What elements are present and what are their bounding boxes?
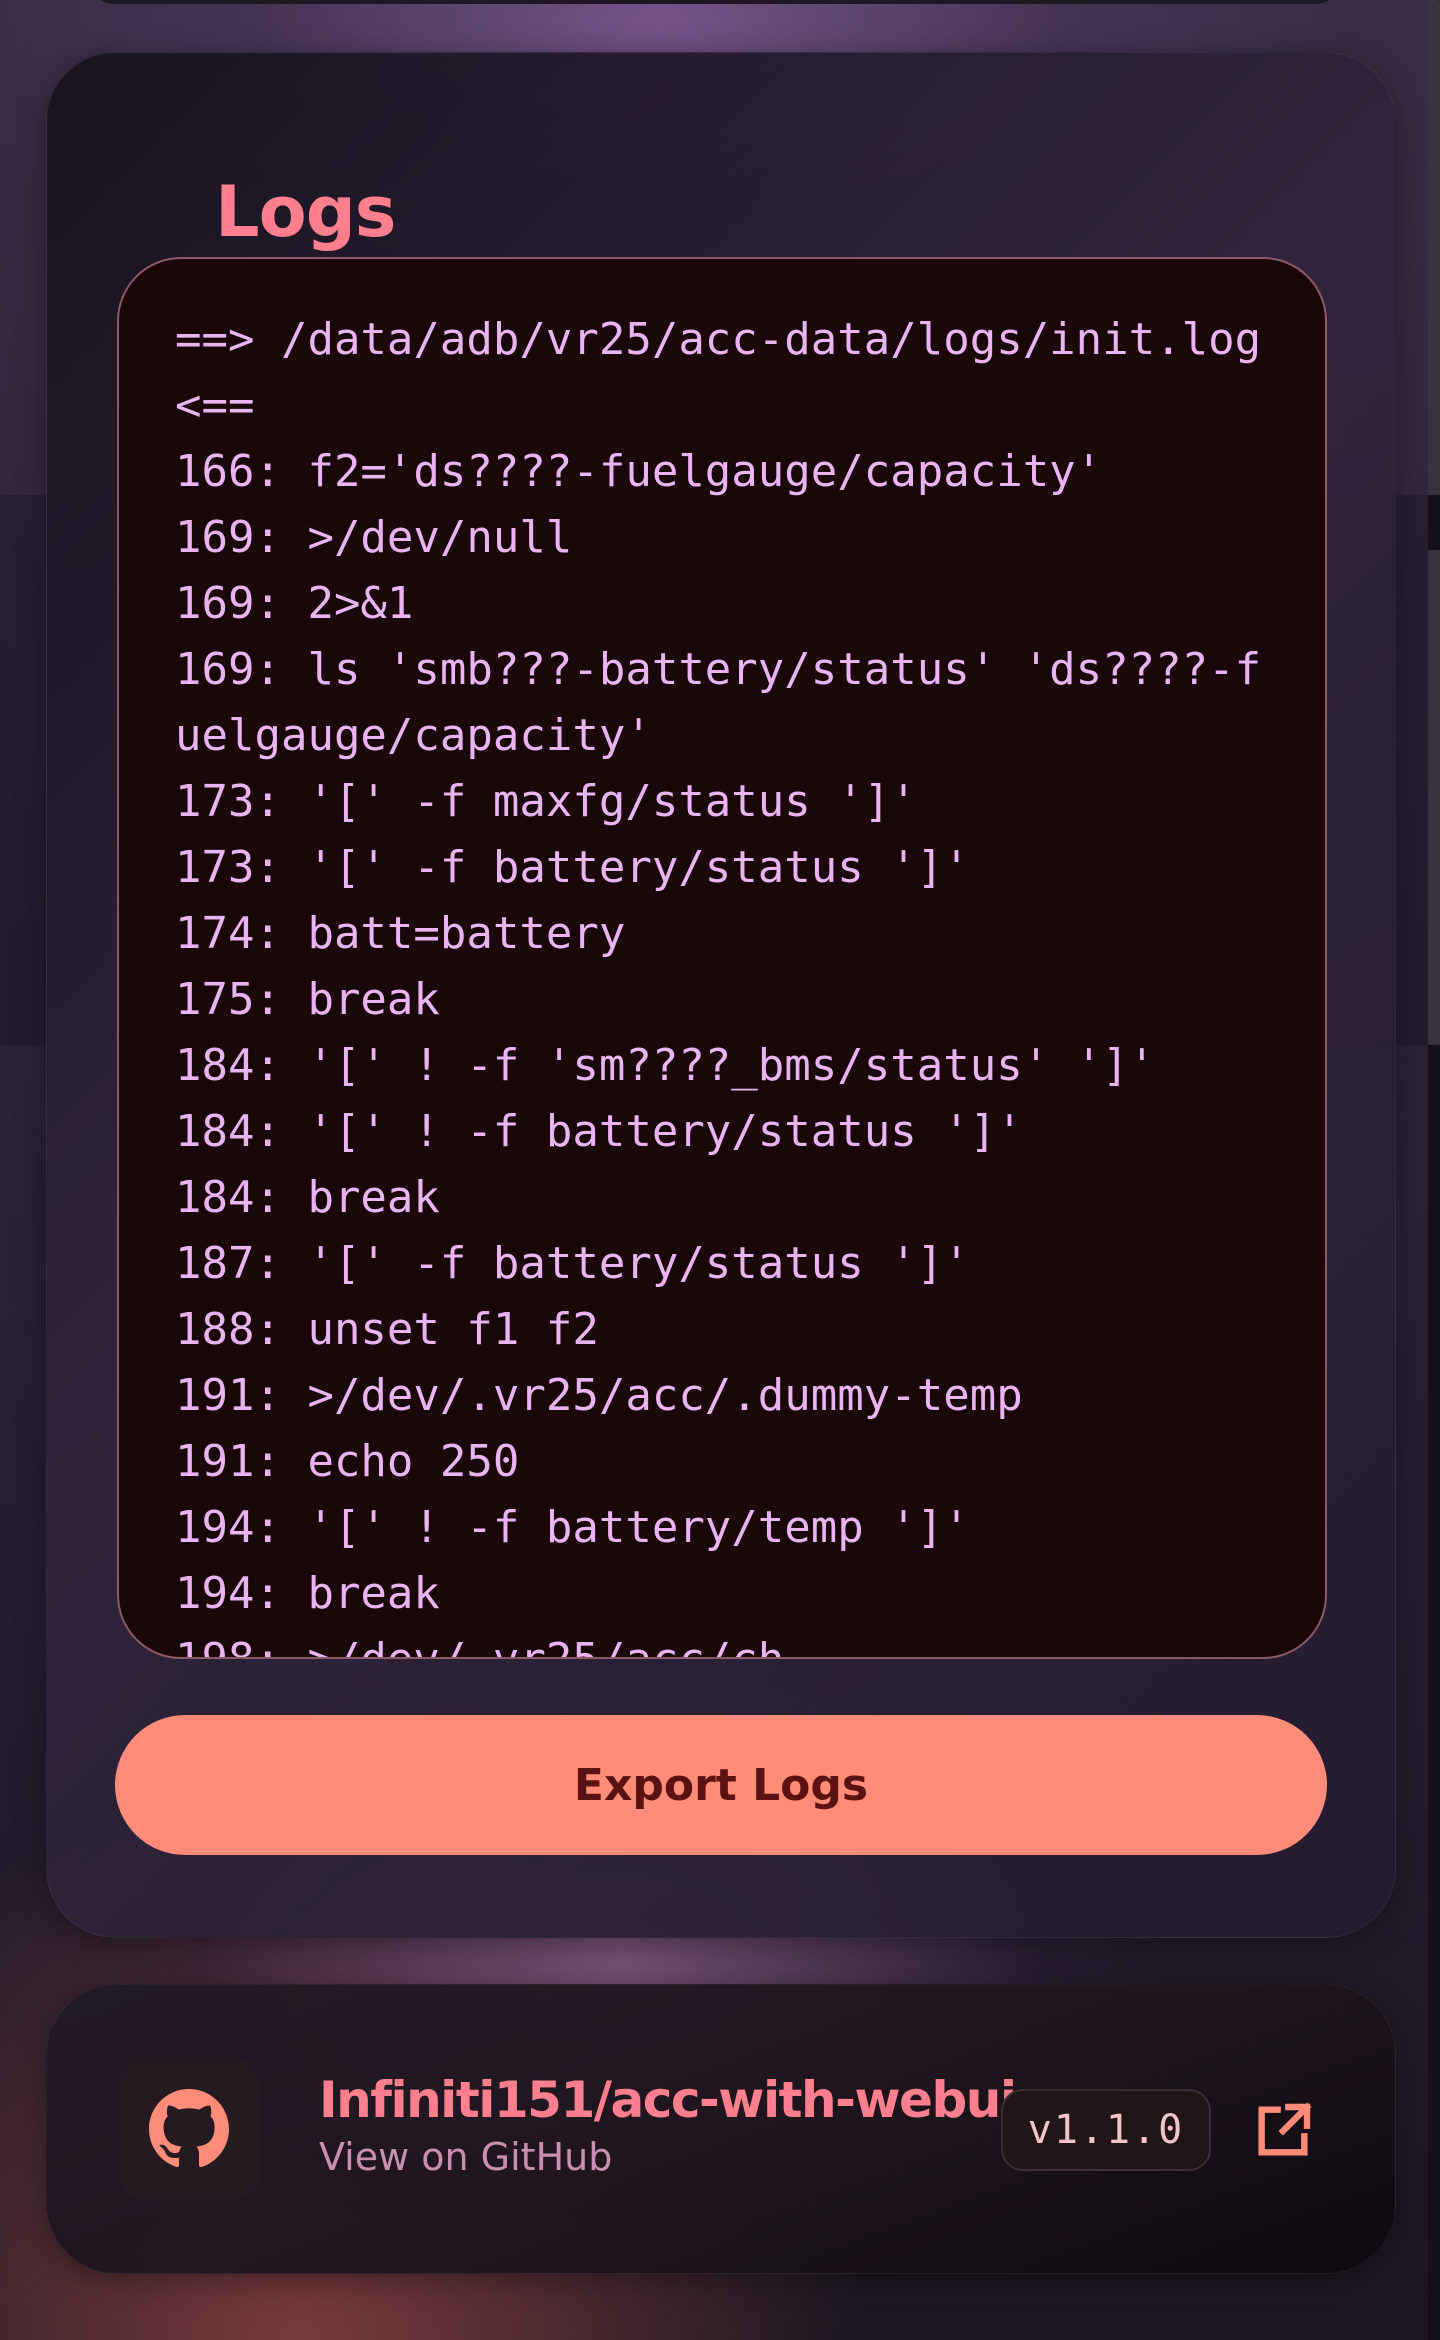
- log-line: 166: f2='ds????-fuelgauge/capacity': [175, 446, 1103, 497]
- repo-subtitle: View on GitHub: [319, 2135, 613, 2179]
- log-line: 184: '[' ! -f 'sm????_bms/status' ']': [175, 1040, 1156, 1091]
- log-text: ==> /data/adb/vr25/acc-data/logs/init.lo…: [175, 307, 1288, 1657]
- scrollbar-thumb-secondary[interactable]: [1428, 550, 1440, 1045]
- log-line: ==> /data/adb/vr25/acc-data/logs/init.lo…: [175, 314, 1288, 431]
- log-line: 173: '[' -f maxfg/status ']': [175, 776, 917, 827]
- log-line: 175: break: [175, 974, 440, 1025]
- log-line: 191: >/dev/.vr25/acc/.dummy-temp: [175, 1370, 1023, 1421]
- github-icon-tile: [119, 2059, 259, 2199]
- log-line: 169: 2>&1: [175, 578, 414, 629]
- log-line: 184: '[' ! -f battery/status ']': [175, 1106, 1023, 1157]
- log-viewer[interactable]: ==> /data/adb/vr25/acc-data/logs/init.lo…: [117, 257, 1327, 1659]
- log-line: 169: ls 'smb???-battery/status' 'ds????-…: [175, 644, 1262, 761]
- scrollbar-thumb[interactable]: [1428, 0, 1440, 495]
- log-line: 169: >/dev/null: [175, 512, 573, 563]
- log-line: 188: unset f1 f2: [175, 1304, 599, 1355]
- open-in-new-icon-glyph: [1258, 2102, 1312, 2156]
- github-icon: [149, 2089, 229, 2168]
- version-badge: v1.1.0: [1001, 2089, 1211, 2171]
- log-line: 194: break: [175, 1568, 440, 1619]
- log-line: 191: echo 250: [175, 1436, 520, 1487]
- log-line: 184: break: [175, 1172, 440, 1223]
- log-line: 173: '[' -f battery/status ']': [175, 842, 970, 893]
- log-line: 187: '[' -f battery/status ']': [175, 1238, 970, 1289]
- repo-name-link[interactable]: Infiniti151/acc-with-webui: [319, 2071, 1017, 2129]
- logs-card: Logs ==> /data/adb/vr25/acc-data/logs/in…: [46, 52, 1396, 1938]
- log-line: 194: '[' ! -f battery/temp ']': [175, 1502, 970, 1553]
- repo-card[interactable]: Infiniti151/acc-with-webui View on GitHu…: [46, 1984, 1396, 2274]
- export-logs-button[interactable]: Export Logs: [115, 1715, 1327, 1855]
- previous-card-edge: [90, 0, 1340, 4]
- open-in-new-icon[interactable]: [1247, 2095, 1319, 2167]
- logs-title: Logs: [215, 171, 396, 253]
- log-line: 174: batt=battery: [175, 908, 626, 959]
- log-line: 198: >/dev/.vr25/acc/ch: [175, 1627, 1285, 1657]
- scrollbar-track[interactable]: [1428, 0, 1440, 2340]
